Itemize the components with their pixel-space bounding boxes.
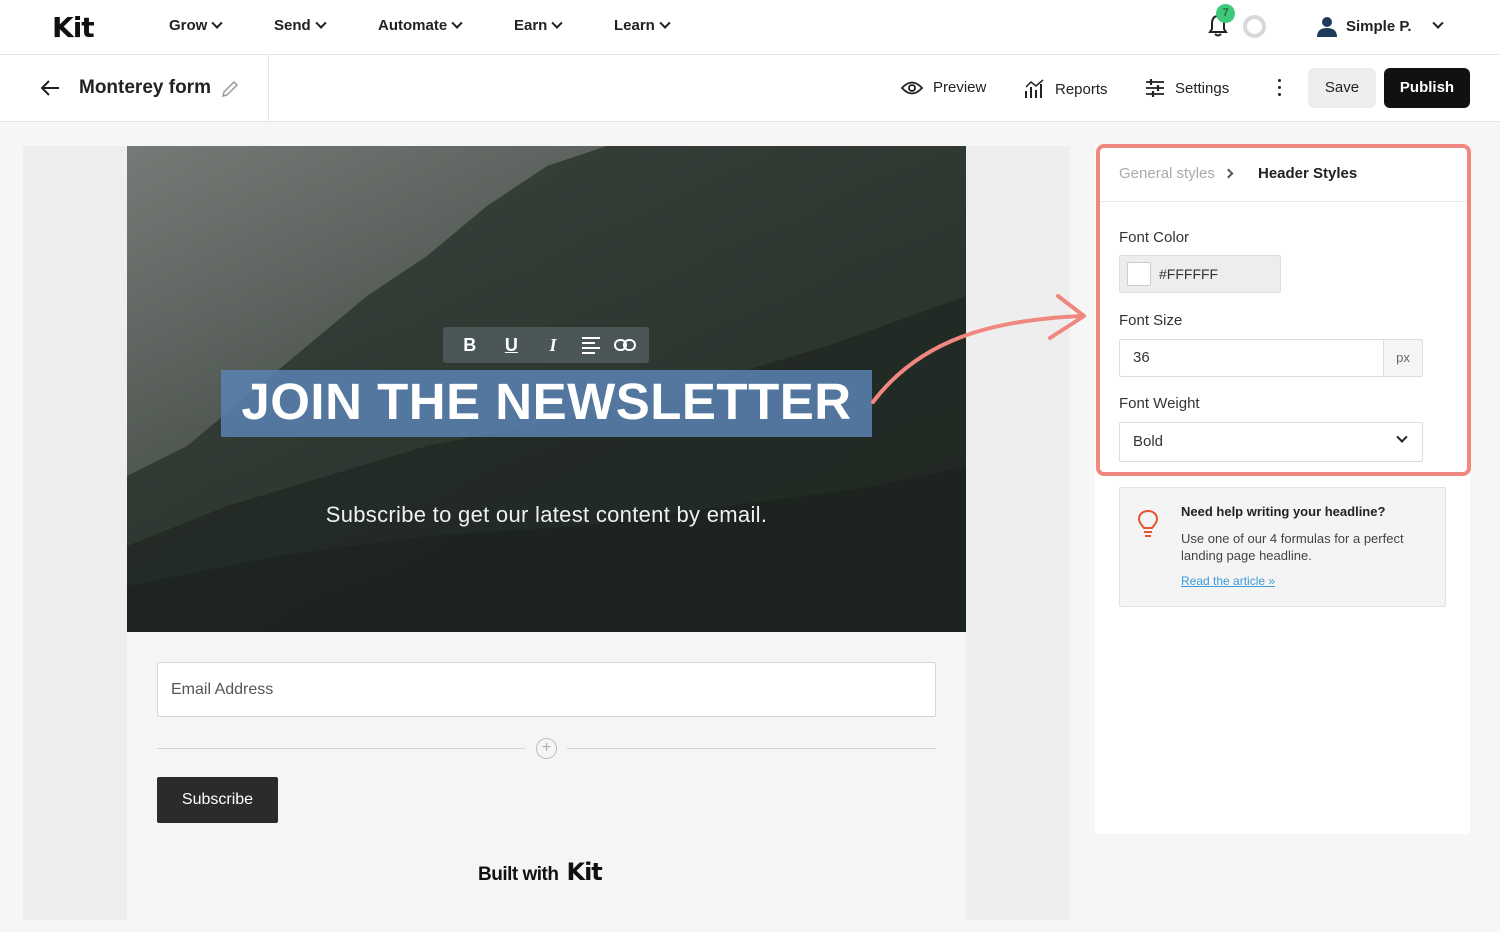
chevron-down-icon: [659, 17, 671, 29]
editor-toolbar: Monterey form Preview Reports Settings S…: [0, 55, 1500, 122]
annotation-highlight-box: [1096, 144, 1471, 476]
reports-button[interactable]: Reports: [1024, 79, 1108, 99]
sliders-icon: [1146, 79, 1164, 97]
notification-badge: 7: [1216, 4, 1235, 23]
underline-button[interactable]: U: [497, 335, 525, 356]
back-arrow-icon[interactable]: [40, 79, 60, 97]
add-field-icon[interactable]: +: [536, 738, 557, 759]
more-options-icon[interactable]: [1276, 79, 1282, 97]
form-subheadline[interactable]: Subscribe to get our latest content by e…: [127, 502, 966, 528]
email-address-input[interactable]: Email Address: [157, 662, 936, 717]
help-body: Use one of our 4 formulas for a perfect …: [1181, 531, 1404, 563]
read-article-link[interactable]: Read the article »: [1181, 574, 1275, 588]
nav-automate[interactable]: Automate: [378, 17, 463, 34]
user-menu[interactable]: Simple P.: [1316, 15, 1444, 37]
nav-label: Learn: [614, 17, 655, 34]
top-navigation: Kit Grow Send Automate Earn Learn 7 Simp…: [0, 0, 1500, 55]
chevron-down-icon: [451, 17, 463, 29]
nav-earn[interactable]: Earn: [514, 17, 564, 34]
nav-label: Earn: [514, 17, 548, 34]
nav-learn[interactable]: Learn: [614, 17, 671, 34]
eye-icon: [901, 81, 923, 94]
nav-grow[interactable]: Grow: [169, 17, 224, 34]
pencil-icon[interactable]: [220, 79, 240, 99]
reports-chart-icon: [1025, 79, 1044, 98]
divider: [567, 748, 936, 749]
text-format-toolbar: B U I: [443, 327, 649, 363]
form-title[interactable]: Monterey form: [79, 77, 211, 99]
nav-label: Grow: [169, 17, 208, 34]
kit-logo: Kit: [566, 858, 602, 886]
divider: [157, 748, 525, 749]
align-icon[interactable]: [581, 336, 601, 354]
avatar: [1317, 17, 1337, 37]
settings-button[interactable]: Settings: [1145, 79, 1229, 97]
divider: [268, 55, 269, 121]
settings-label: Settings: [1175, 79, 1230, 97]
user-name: Simple P.: [1346, 17, 1412, 35]
chevron-down-icon: [211, 17, 224, 29]
save-button[interactable]: Save: [1308, 68, 1376, 108]
help-title: Need help writing your headline?: [1181, 504, 1386, 519]
built-with-badge: Built with Kit: [478, 858, 603, 886]
chevron-down-icon: [551, 17, 564, 29]
nav-label: Automate: [378, 17, 448, 34]
link-icon[interactable]: [614, 338, 637, 352]
bold-button[interactable]: B: [456, 335, 484, 356]
preview-button[interactable]: Preview: [901, 79, 986, 96]
publish-button[interactable]: Publish: [1384, 68, 1470, 108]
italic-button[interactable]: I: [539, 335, 567, 356]
nav-label: Send: [274, 17, 311, 34]
preview-label: Preview: [933, 79, 987, 96]
chevron-down-icon: [315, 17, 327, 29]
lightbulb-icon: [1137, 509, 1159, 537]
nav-send[interactable]: Send: [274, 17, 327, 34]
chevron-down-icon: [1431, 17, 1444, 29]
progress-ring-icon[interactable]: [1243, 15, 1266, 38]
kit-logo[interactable]: Kit: [52, 11, 95, 44]
reports-label: Reports: [1055, 80, 1108, 98]
built-with-text: Built with: [478, 864, 559, 885]
form-headline[interactable]: JOIN THE NEWSLETTER: [221, 372, 872, 431]
subscribe-button[interactable]: Subscribe: [157, 777, 278, 823]
